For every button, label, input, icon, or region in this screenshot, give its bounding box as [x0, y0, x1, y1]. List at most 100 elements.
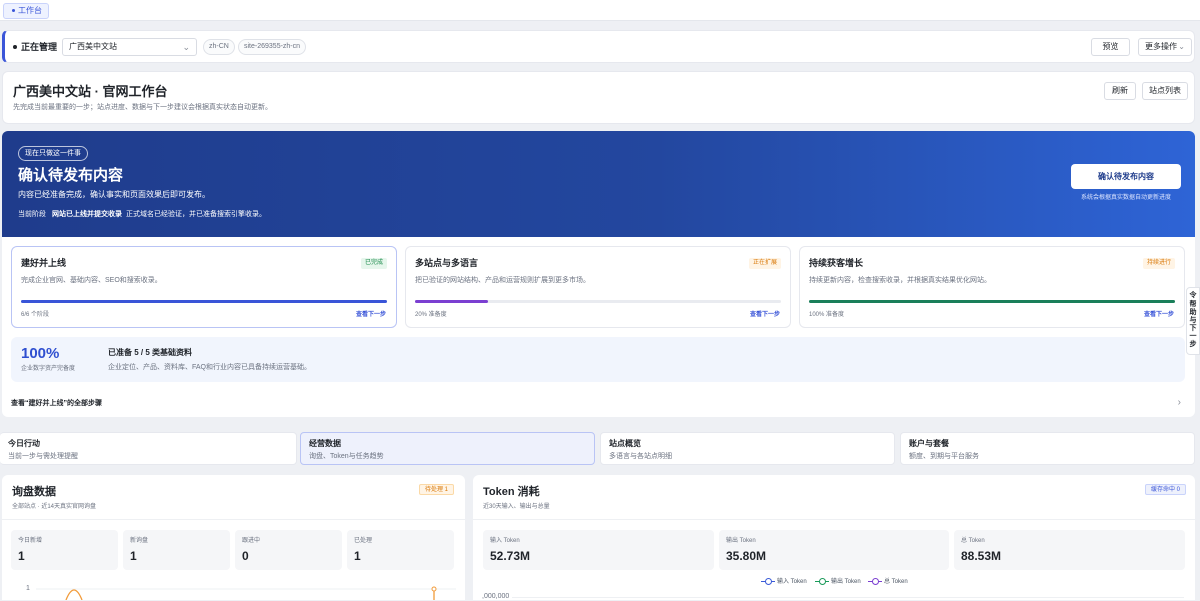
site-list-button[interactable]: 站点列表: [1142, 82, 1188, 100]
stage-desc: 把已验证的网站结构、产品和运营规则扩展到更多市场。: [415, 277, 590, 284]
stat-value: 1: [130, 549, 137, 563]
more-actions-label: 更多操作: [1145, 42, 1177, 51]
stages-panel: 建好并上线 已完成 完成企业官网、基础内容、SEO和搜索收录。 6/6 个阶段 …: [2, 237, 1195, 417]
current-stage: 当前阶段 网站已上线并提交收录 正式域名已经验证，并已准备搜索引擎收录。: [18, 210, 266, 219]
stat-label: 跟进中: [242, 538, 261, 544]
readiness-summary: 100% 企业数字资产完备度 已准备 5 / 5 类基础资料 企业定位、产品、资…: [11, 337, 1185, 382]
stat-value: 35.80M: [726, 549, 767, 563]
stage-title: 建好并上线: [21, 258, 67, 268]
divider: [473, 519, 1195, 520]
inquiry-stat: 新询盘 1: [123, 530, 230, 570]
stat-label: 已处理: [354, 538, 373, 544]
chevron-right-icon[interactable]: ›: [1178, 397, 1181, 408]
bullet-icon: [13, 45, 17, 49]
tab-business-data[interactable]: 经营数据 询盘、Token与任务趋势: [300, 432, 595, 465]
progress-track: [415, 300, 781, 303]
tab-bar: 工作台: [0, 0, 1200, 21]
help-next-step-tab[interactable]: 令 帮助与下一步: [1186, 287, 1200, 355]
progress-fill: [415, 300, 489, 303]
tab-title: 账户与套餐: [909, 439, 949, 448]
stat-label: 输出 Token: [726, 538, 756, 544]
workbench-header: 广西美中文站 · 官网工作台 先完成当前最重要的一步；站点进度、数据与下一步建议…: [2, 71, 1195, 124]
stage-card-multisite[interactable]: 多站点与多语言 正在扩展 把已验证的网站结构、产品和运营规则扩展到更多市场。 2…: [405, 246, 791, 328]
stat-label: 今日新增: [18, 538, 43, 544]
confirm-publish-button[interactable]: 确认待发布内容: [1071, 164, 1181, 189]
stat-label: 输入 Token: [490, 538, 520, 544]
focus-banner: 现在只做这一件事 确认待发布内容 内容已经准备完成，确认事实和页面效果后即可发布…: [2, 131, 1195, 237]
legend-item-input[interactable]: 输入 Token: [761, 578, 807, 587]
inquiry-title: 询盘数据: [12, 486, 56, 498]
legend-item-output[interactable]: 输出 Token: [815, 578, 861, 587]
focus-description: 内容已经准备完成，确认事实和页面效果后即可发布。: [18, 190, 210, 199]
tab-desc: 额度、到期与平台服务: [909, 453, 979, 460]
pin-icon: 令: [1189, 292, 1197, 299]
status-badge: 正在扩展: [748, 258, 781, 269]
stat-value: 88.53M: [961, 549, 1002, 563]
managing-label: 正在管理: [21, 42, 58, 52]
progress-track: [809, 300, 1175, 303]
pending-badge: 待处理 1: [418, 484, 454, 495]
next-step-link[interactable]: 查看下一步: [356, 311, 386, 319]
legend-item-total[interactable]: 总 Token: [868, 578, 908, 587]
tab-title: 站点概览: [609, 439, 641, 448]
chevron-down-icon: ⌄: [182, 42, 190, 52]
site-manager-bar: 正在管理 广西美中文站 ⌄ zh-CN site-269355-zh-cn 预览 …: [2, 30, 1195, 63]
tab-workbench[interactable]: 工作台: [3, 3, 49, 19]
stat-value: 1: [354, 549, 361, 563]
token-stat: 总 Token 88.53M: [954, 530, 1185, 570]
stage-title: 多站点与多语言: [415, 258, 479, 268]
focus-title: 确认待发布内容: [18, 167, 124, 184]
stage-name: 网站已上线并提交收录: [52, 211, 122, 218]
next-step-link[interactable]: 查看下一步: [750, 311, 780, 319]
tab-today-actions[interactable]: 今日行动 当前一步与需处理提醒: [0, 432, 297, 465]
inquiry-stat: 今日新增 1: [11, 530, 118, 570]
legend-label: 输出 Token: [831, 579, 861, 586]
inquiry-point: [431, 586, 437, 592]
status-badge: 已完成: [360, 258, 387, 269]
chevron-down-icon: ⌄: [1178, 42, 1185, 51]
inquiry-chart: [36, 586, 456, 600]
inquiry-desc: 全部站点 · 近14天真实官网询盘: [12, 504, 97, 510]
preview-button[interactable]: 预览: [1091, 38, 1130, 56]
inquiry-stat: 跟进中 0: [235, 530, 342, 570]
stage-desc: 持续更新内容，检查搜索收录，并根据真实结果优化网站。: [809, 277, 991, 284]
active-dot-icon: [12, 9, 15, 13]
legend-marker-icon: [868, 578, 882, 585]
page-title: 广西美中文站 · 官网工作台: [13, 84, 168, 99]
tab-title: 经营数据: [309, 439, 341, 448]
readiness-percent-label: 企业数字资产完备度: [21, 366, 76, 372]
inquiry-y-tick: 1: [26, 585, 30, 592]
token-stat: 输出 Token 35.80M: [719, 530, 949, 570]
stage-desc: 完成企业官网、基础内容、SEO和搜索收录。: [21, 277, 162, 284]
stage-foot: 100% 准备度: [809, 312, 845, 318]
cache-hit-badge: 缓存命中 0: [1144, 484, 1186, 495]
legend-marker-icon: [815, 578, 829, 585]
more-actions-button[interactable]: 更多操作 ⌄: [1138, 38, 1192, 56]
inquiry-stat: 已处理 1: [347, 530, 454, 570]
token-desc: 近30天输入、输出与总量: [483, 504, 550, 510]
all-steps-link[interactable]: 查看“建好并上线”的全部步骤: [11, 399, 102, 408]
stage-note: 正式域名已经验证，并已准备搜索引擎收录。: [126, 211, 266, 218]
readiness-title: 已准备 5 / 5 类基础资料: [108, 348, 193, 357]
page-subtitle: 先完成当前最重要的一步；站点进度、数据与下一步建议会根据真实状态自动更新。: [13, 104, 272, 111]
locale-chip: zh-CN: [203, 39, 235, 55]
readiness-desc: 企业定位、产品、资料库、FAQ和行业内容已具备持续运营基础。: [108, 364, 312, 371]
tab-desc: 多语言与各站点明细: [609, 453, 672, 460]
help-next-step-label: 帮助与下一步: [1189, 300, 1196, 348]
site-select-value: 广西美中文站: [69, 42, 117, 51]
legend-marker-icon: [761, 578, 775, 585]
site-id-chip: site-269355-zh-cn: [238, 39, 307, 55]
stage-card-growth[interactable]: 持续获客增长 持续进行 持续更新内容，检查搜索收录，并根据真实结果优化网站。 1…: [799, 246, 1185, 328]
stage-title: 持续获客增长: [809, 258, 864, 268]
divider: [2, 519, 465, 520]
tab-site-overview[interactable]: 站点概览 多语言与各站点明细: [600, 432, 895, 465]
refresh-button[interactable]: 刷新: [1104, 82, 1136, 100]
progress-fill: [809, 300, 1175, 303]
tab-desc: 询盘、Token与任务趋势: [309, 453, 384, 460]
stage-card-build[interactable]: 建好并上线 已完成 完成企业官网、基础内容、SEO和搜索收录。 6/6 个阶段 …: [11, 246, 397, 328]
legend-label: 总 Token: [884, 579, 908, 586]
tab-account-plan[interactable]: 账户与套餐 额度、到期与平台服务: [900, 432, 1195, 465]
next-step-link[interactable]: 查看下一步: [1144, 311, 1174, 319]
site-select[interactable]: 广西美中文站 ⌄: [62, 38, 197, 56]
stat-value: 52.73M: [490, 549, 531, 563]
